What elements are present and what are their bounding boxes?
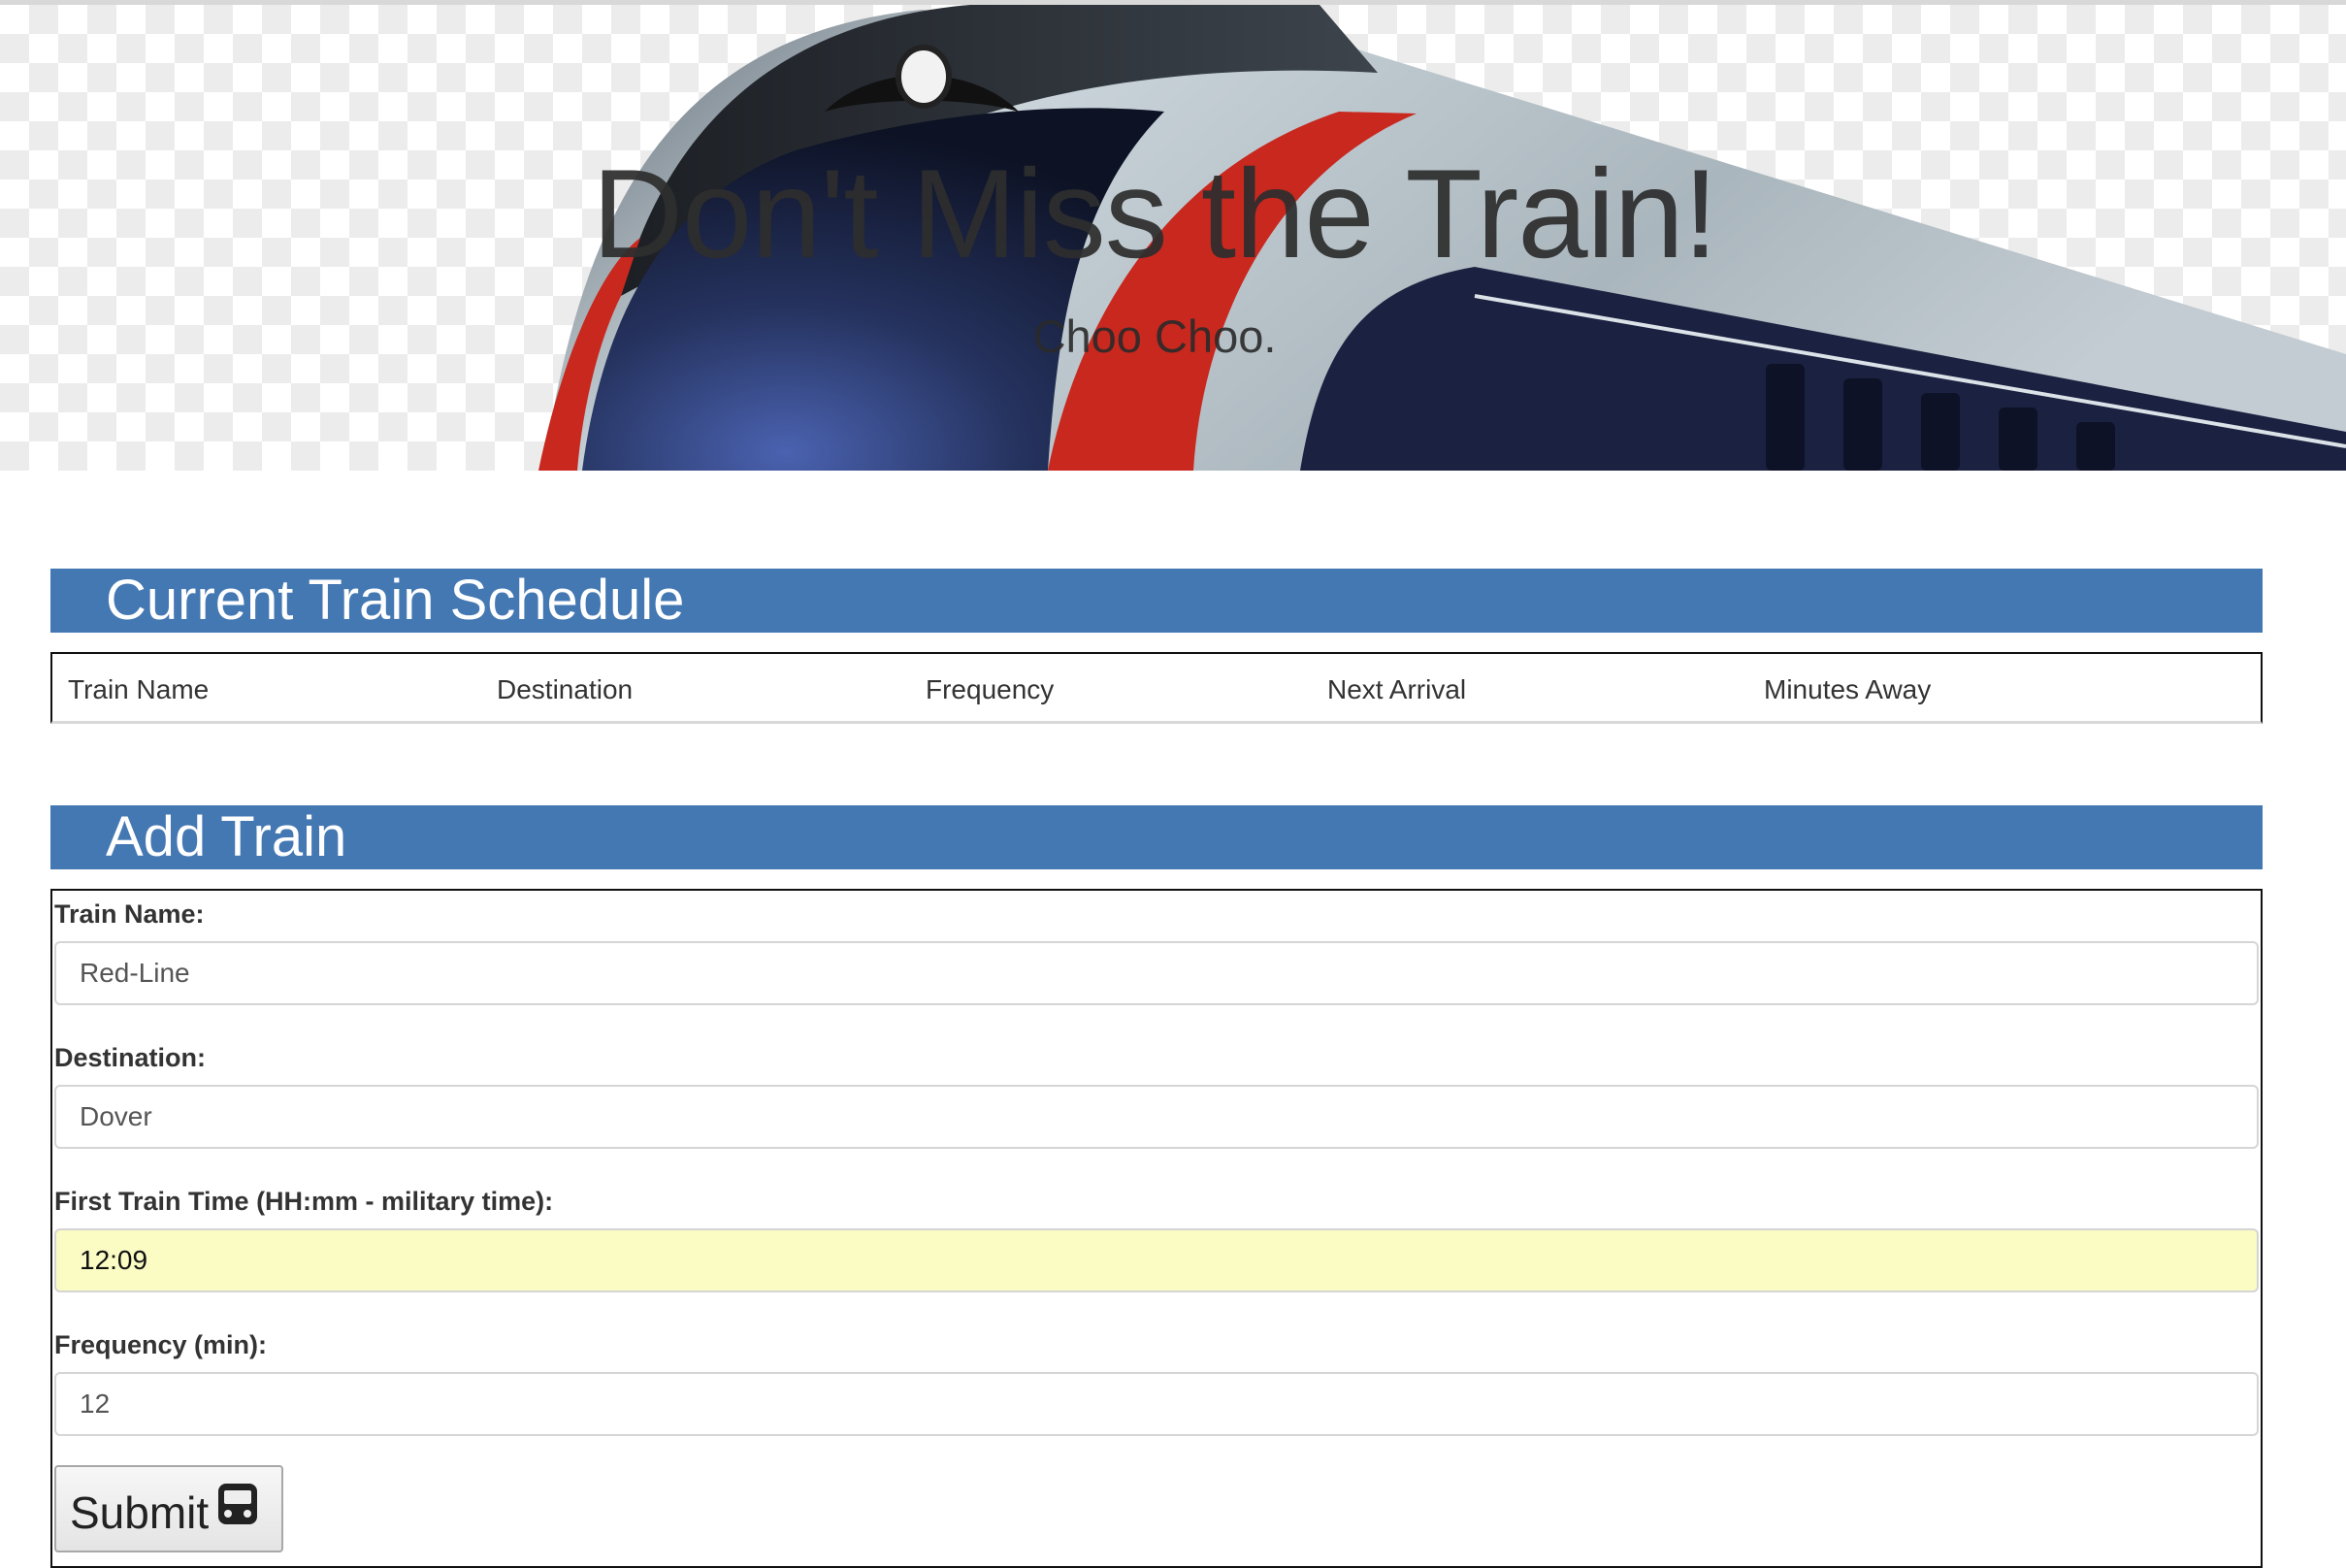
first-train-time-input[interactable]	[54, 1228, 2259, 1292]
column-header-frequency: Frequency	[926, 674, 1055, 704]
frequency-label: Frequency (min):	[54, 1330, 268, 1359]
hero-banner: Don't Miss the Train! Choo Choo.	[0, 5, 2346, 471]
page-title: Don't Miss the Train!	[592, 143, 1718, 284]
first-train-time-label: First Train Time (HH:mm - military time)…	[54, 1187, 554, 1216]
train-name-input[interactable]	[54, 941, 2259, 1005]
column-header-next-arrival: Next Arrival	[1327, 674, 1467, 704]
schedule-heading: Current Train Schedule	[50, 569, 2263, 633]
column-header-minutes-away: Minutes Away	[1764, 674, 1932, 704]
destination-label: Destination:	[54, 1043, 207, 1072]
train-name-label: Train Name:	[54, 899, 205, 929]
add-train-heading: Add Train	[50, 805, 2263, 869]
submit-button-label: Submit	[70, 1486, 210, 1538]
page-subtitle: Choo Choo.	[1032, 310, 1277, 362]
train-icon	[216, 1482, 259, 1542]
column-header-train-name: Train Name	[68, 674, 210, 704]
column-header-destination: Destination	[497, 674, 634, 704]
add-train-form: Train Name: Destination: First Train Tim…	[50, 889, 2263, 1568]
destination-input[interactable]	[54, 1085, 2259, 1149]
schedule-table: Train Name Destination Frequency Next Ar…	[50, 652, 2263, 724]
frequency-input[interactable]	[54, 1372, 2259, 1436]
submit-button[interactable]: Submit	[54, 1465, 283, 1552]
